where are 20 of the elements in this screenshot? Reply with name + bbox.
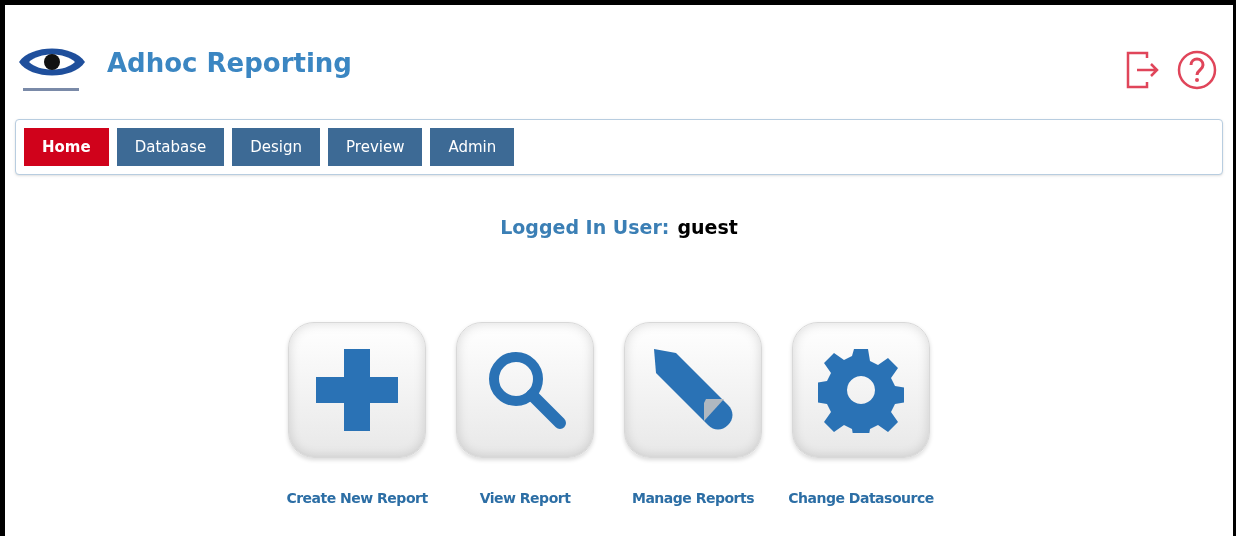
logout-icon[interactable]: [1125, 50, 1161, 90]
nav-tab[interactable]: Design: [232, 128, 321, 166]
action-label[interactable]: Create New Report: [286, 487, 428, 509]
nav-tab[interactable]: Database: [116, 128, 225, 166]
action-label[interactable]: Change Datasource: [788, 487, 934, 509]
action-label[interactable]: Manage Reports: [632, 487, 754, 509]
nav-tab[interactable]: Preview: [328, 128, 423, 166]
action-tile[interactable]: [624, 321, 762, 458]
gear-icon: [818, 346, 904, 433]
nav-tab[interactable]: Admin: [430, 128, 515, 166]
app-title: Adhoc Reporting: [107, 47, 352, 80]
action-label[interactable]: View Report: [479, 487, 571, 509]
logged-in-label: Logged In User:: [500, 215, 670, 240]
action-tile[interactable]: [792, 321, 930, 458]
nav-tab[interactable]: Home: [24, 128, 109, 166]
plus-icon: [314, 346, 400, 433]
user-name: guest: [677, 215, 738, 240]
help-icon[interactable]: [1177, 50, 1217, 90]
action-tile[interactable]: [288, 321, 426, 458]
action-tile[interactable]: [456, 321, 594, 458]
